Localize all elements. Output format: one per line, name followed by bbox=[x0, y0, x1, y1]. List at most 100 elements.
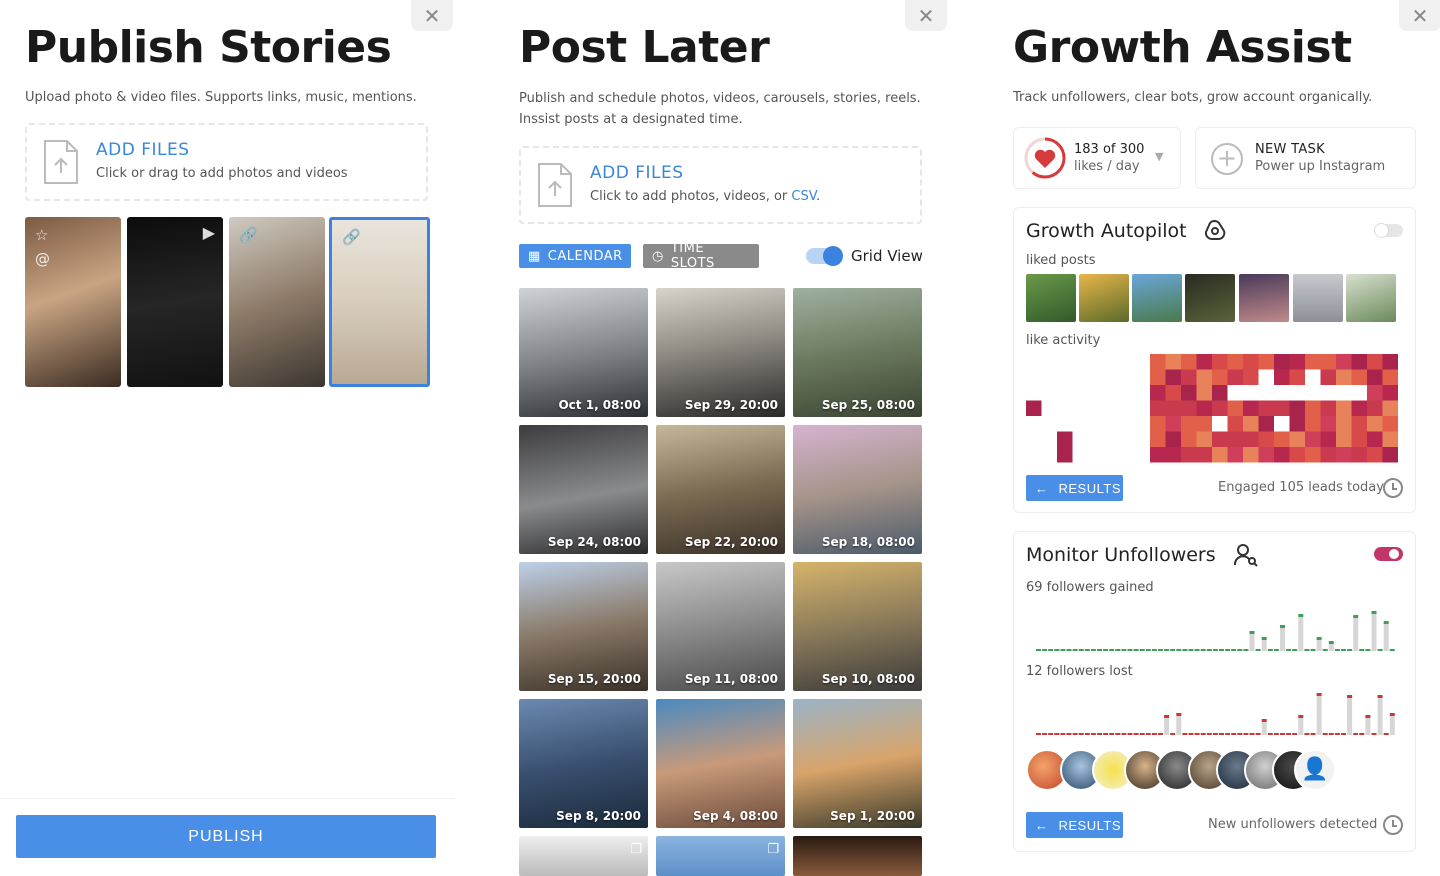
bar-cap bbox=[1298, 614, 1304, 617]
calendar-label: CALENDAR bbox=[547, 248, 623, 264]
baseline-mark bbox=[1225, 733, 1231, 735]
baseline-mark bbox=[1255, 733, 1261, 735]
heatmap-cell bbox=[1289, 447, 1305, 463]
baseline-mark bbox=[1377, 649, 1383, 651]
baseline-mark bbox=[1109, 649, 1115, 651]
link-icon[interactable]: 🔗 bbox=[342, 228, 361, 246]
heatmap-cell bbox=[1351, 447, 1367, 463]
baseline-mark bbox=[1292, 733, 1298, 735]
post-thumbnail[interactable]: Oct 1, 08:00 bbox=[519, 288, 648, 417]
mention-icon[interactable]: @ bbox=[35, 250, 50, 268]
heatmap-cell bbox=[1150, 369, 1166, 385]
post-schedule-date: Sep 25, 08:00 bbox=[821, 398, 915, 412]
grid-view-toggle[interactable] bbox=[806, 246, 843, 266]
liked-post-thumbnail[interactable] bbox=[1185, 274, 1235, 322]
heatmap-cell bbox=[1243, 369, 1259, 385]
baseline-mark bbox=[1212, 649, 1218, 651]
clock-icon[interactable] bbox=[1383, 478, 1403, 498]
baseline-mark bbox=[1133, 733, 1139, 735]
story-thumbnail-selected[interactable]: 🔗 bbox=[329, 217, 430, 387]
user-placeholder-icon[interactable]: 👤 bbox=[1294, 749, 1336, 791]
csv-link[interactable]: CSV bbox=[791, 189, 816, 204]
bar bbox=[1377, 698, 1383, 735]
likes-per-day-card[interactable]: 183 of 300 likes / day ▼ bbox=[1013, 127, 1181, 189]
post-thumbnail[interactable]: Sep 1, 20:00 bbox=[793, 699, 922, 828]
baseline-mark bbox=[1267, 733, 1273, 735]
baseline-mark bbox=[1225, 649, 1231, 651]
liked-post-thumbnail[interactable] bbox=[1132, 274, 1182, 322]
heatmap-cell bbox=[1181, 354, 1197, 370]
post-thumbnail[interactable]: Sep 8, 20:00 bbox=[519, 699, 648, 828]
close-icon[interactable]: ✕ bbox=[411, 0, 453, 31]
clock-icon[interactable] bbox=[1383, 815, 1403, 835]
grid-view-label: Grid View bbox=[851, 247, 923, 265]
publish-button[interactable]: PUBLISH bbox=[16, 815, 436, 858]
results-label: RESULTS bbox=[1058, 480, 1121, 496]
baseline-mark bbox=[1353, 733, 1359, 735]
liked-post-thumbnail[interactable] bbox=[1239, 274, 1289, 322]
bar bbox=[1371, 614, 1377, 651]
time-slots-label: TIME SLOTS bbox=[670, 241, 715, 271]
toggle-knob bbox=[823, 246, 843, 266]
post-thumbnail[interactable]: Sep 4, 08:00 bbox=[656, 699, 785, 828]
liked-post-thumbnail[interactable] bbox=[1026, 274, 1076, 322]
star-icon[interactable]: ☆ bbox=[35, 226, 48, 244]
post-thumbnail[interactable]: Sep 29, 20:00 bbox=[656, 288, 785, 417]
post-thumbnail[interactable]: Sep 18, 08:00 bbox=[793, 425, 922, 554]
bar-cap bbox=[1353, 615, 1359, 618]
unfollowers-toggle[interactable] bbox=[1374, 547, 1403, 561]
baseline-mark bbox=[1341, 733, 1346, 735]
baseline-mark bbox=[1322, 733, 1328, 735]
heatmap-cell bbox=[1320, 431, 1336, 447]
play-icon[interactable]: ▶ bbox=[203, 223, 215, 242]
baseline-mark bbox=[1109, 733, 1115, 735]
new-task-card[interactable]: + NEW TASK Power up Instagram bbox=[1195, 127, 1416, 189]
heatmap-cell bbox=[1227, 400, 1243, 416]
story-thumbnail[interactable]: ☆ @ bbox=[25, 217, 121, 387]
time-slots-button[interactable]: ◷ TIME SLOTS bbox=[643, 241, 759, 271]
post-thumbnail[interactable]: ❐ bbox=[519, 836, 648, 876]
heatmap-cell bbox=[1165, 369, 1181, 385]
close-icon[interactable]: ✕ bbox=[1399, 0, 1440, 31]
heatmap-cell bbox=[1258, 447, 1274, 463]
bar bbox=[1328, 644, 1334, 651]
chevron-down-icon[interactable]: ▼ bbox=[1155, 150, 1163, 163]
heatmap-cell bbox=[1212, 400, 1228, 416]
unfollowers-results-button[interactable]: ← RESULTS bbox=[1026, 812, 1123, 838]
baseline-mark bbox=[1310, 733, 1316, 735]
calendar-button[interactable]: ▦ CALENDAR bbox=[519, 244, 631, 268]
autopilot-toggle[interactable] bbox=[1374, 223, 1403, 238]
post-thumbnail[interactable]: Sep 10, 08:00 bbox=[793, 562, 922, 691]
heatmap-cell bbox=[1382, 369, 1398, 385]
liked-post-thumbnail[interactable] bbox=[1079, 274, 1129, 322]
close-icon[interactable]: ✕ bbox=[905, 0, 947, 31]
link-icon[interactable]: 🔗 bbox=[239, 226, 258, 244]
add-files-title: ADD FILES bbox=[590, 163, 684, 183]
liked-post-thumbnail[interactable] bbox=[1293, 274, 1343, 322]
post-thumbnail[interactable]: Sep 24, 08:00 bbox=[519, 425, 648, 554]
add-files-dropzone[interactable]: ADD FILES Click or drag to add photos an… bbox=[25, 123, 428, 201]
story-thumbnail[interactable]: 🔗 bbox=[229, 217, 325, 387]
post-thumbnail[interactable]: Sep 22, 20:00 bbox=[656, 425, 785, 554]
new-task-title: NEW TASK bbox=[1255, 142, 1325, 157]
post-thumbnail[interactable]: Sep 25, 08:00 bbox=[793, 288, 922, 417]
post-thumbnail[interactable] bbox=[793, 836, 922, 876]
baseline-mark bbox=[1200, 733, 1206, 735]
post-thumbnail[interactable]: Sep 15, 20:00 bbox=[519, 562, 648, 691]
post-thumbnail[interactable]: ❐ bbox=[656, 836, 785, 876]
baseline-mark bbox=[1200, 649, 1206, 651]
post-thumbnail[interactable]: Sep 11, 08:00 bbox=[656, 562, 785, 691]
heatmap-cell bbox=[1336, 354, 1352, 370]
story-thumbnail[interactable]: ▶ bbox=[127, 217, 223, 387]
heatmap-cell bbox=[1057, 447, 1073, 463]
add-files-dropzone[interactable]: ADD FILES Click to add photos, videos, o… bbox=[519, 146, 922, 224]
heart-progress-icon bbox=[1024, 137, 1066, 179]
post-schedule-date: Sep 22, 20:00 bbox=[684, 535, 778, 549]
heatmap-cell bbox=[1243, 447, 1259, 463]
liked-post-thumbnail[interactable] bbox=[1346, 274, 1396, 322]
post-schedule-date: Sep 8, 20:00 bbox=[556, 809, 641, 823]
bar-cap bbox=[1371, 611, 1377, 614]
autopilot-results-button[interactable]: ← RESULTS bbox=[1026, 475, 1123, 501]
monitor-unfollowers-card: Monitor Unfollowers 69 followers gained … bbox=[1013, 531, 1416, 852]
baseline-mark bbox=[1066, 649, 1072, 651]
